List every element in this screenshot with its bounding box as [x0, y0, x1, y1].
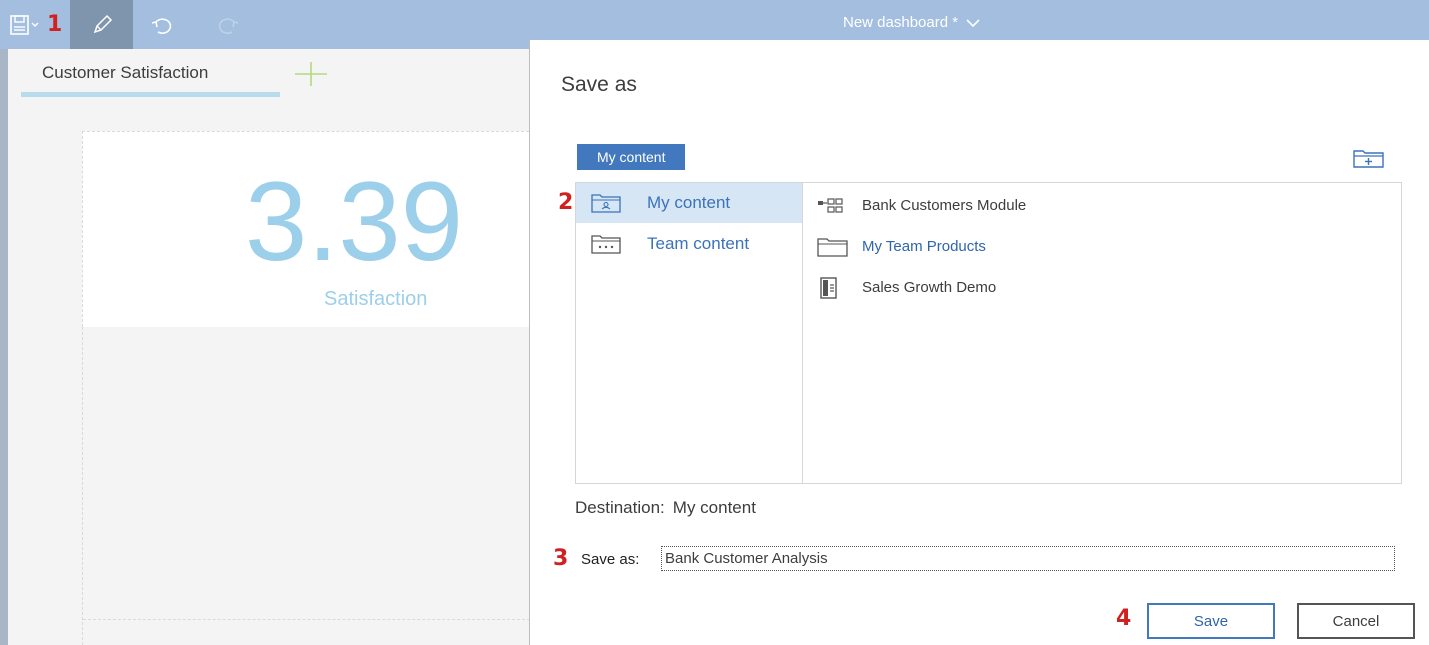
undo-icon	[151, 17, 172, 34]
redo-icon	[218, 17, 239, 34]
item-label: My Team Products	[862, 238, 986, 255]
left-edge-strip	[0, 49, 8, 645]
save-as-dialog: Save as My content 2 My content Team con…	[529, 40, 1429, 645]
add-tab-button[interactable]	[294, 61, 328, 92]
breadcrumb-my-content[interactable]: My content	[577, 144, 686, 170]
dashboard-title-menu[interactable]: New dashboard *	[843, 14, 980, 31]
item-label: Bank Customers Module	[862, 197, 1027, 214]
location-list: My content Team content	[576, 183, 803, 483]
report-icon	[820, 276, 837, 299]
active-tab-indicator	[21, 92, 280, 97]
annotation-step-1: 1	[47, 12, 63, 37]
canvas-empty-area	[82, 327, 530, 645]
location-label: My content	[647, 193, 731, 212]
list-item-my-team-products[interactable]: My Team Products	[804, 226, 1401, 267]
plus-icon	[295, 62, 327, 86]
list-item-bank-customers-module[interactable]: Bank Customers Module	[804, 185, 1401, 226]
save-as-label: Save as:	[581, 551, 640, 568]
save-as-name-input[interactable]	[661, 546, 1395, 571]
dashboard-canvas: Customer Satisfaction 3.39 Satisfaction	[8, 49, 530, 645]
team-folder-icon	[591, 235, 621, 254]
undo-button[interactable]	[140, 0, 186, 49]
cancel-button[interactable]: Cancel	[1297, 603, 1415, 639]
dashboard-title: New dashboard *	[843, 14, 959, 31]
folder-icon	[817, 237, 848, 257]
destination-label: Destination:	[575, 498, 665, 517]
location-label: Team content	[647, 234, 750, 253]
destination-text: Destination: My content	[575, 498, 756, 518]
tab-customer-satisfaction[interactable]: Customer Satisfaction	[42, 63, 208, 83]
annotation-step-4: 4	[1116, 606, 1132, 631]
destination-value: My content	[672, 498, 756, 517]
new-folder-icon	[1353, 150, 1384, 168]
annotation-step-2: 2	[558, 190, 574, 215]
redo-button[interactable]	[204, 0, 250, 49]
chevron-down-icon	[966, 18, 980, 27]
pencil-icon	[93, 14, 112, 33]
item-label: Sales Growth Demo	[862, 279, 997, 296]
kpi-label: Satisfaction	[324, 288, 428, 310]
location-team-content[interactable]: Team content	[576, 224, 802, 264]
list-item-sales-growth-demo[interactable]: Sales Growth Demo	[804, 267, 1401, 308]
user-folder-icon	[591, 194, 621, 213]
module-icon	[818, 197, 843, 213]
dialog-title: Save as	[561, 73, 637, 96]
save-button[interactable]: Save	[1147, 603, 1275, 639]
canvas-divider	[83, 619, 530, 620]
location-my-content[interactable]: My content	[576, 183, 802, 223]
kpi-widget[interactable]: 3.39 Satisfaction	[82, 131, 529, 327]
content-browser: My content Team content Bank Customers M…	[575, 182, 1402, 484]
kpi-value: 3.39	[245, 159, 463, 284]
save-menu-button[interactable]	[0, 0, 44, 49]
save-icon	[10, 14, 39, 35]
edit-button[interactable]	[70, 0, 133, 49]
annotation-step-3: 3	[553, 546, 569, 571]
new-folder-button[interactable]	[1353, 148, 1385, 168]
